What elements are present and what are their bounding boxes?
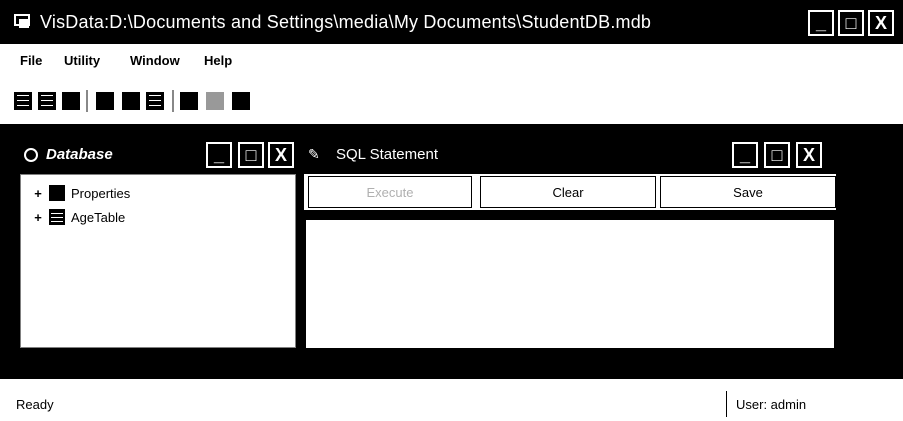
expand-icon[interactable]: + — [33, 186, 43, 201]
database-tree[interactable]: + Properties + AgeTable — [20, 174, 296, 348]
maximize-button[interactable]: □ — [838, 10, 864, 36]
rollback-icon[interactable] — [232, 92, 250, 110]
snapshot-type-icon[interactable] — [62, 92, 80, 110]
sql-close-button[interactable]: X — [796, 142, 822, 168]
toolbar — [0, 78, 903, 124]
sql-minimize-button[interactable]: _ — [732, 142, 758, 168]
database-icon — [24, 148, 38, 162]
properties-icon — [49, 185, 65, 201]
dynaset-type-icon[interactable] — [38, 92, 56, 110]
status-text: Ready — [16, 397, 54, 412]
database-window-title: Database — [46, 146, 113, 163]
sql-statement-window: ✎ SQL Statement _ □ X Execute Clear Save — [300, 140, 840, 350]
sql-window-title: SQL Statement — [336, 146, 438, 163]
sql-window-caption: ✎ SQL Statement _ □ X — [300, 140, 840, 170]
minimize-icon: _ — [739, 144, 750, 165]
sql-button-row: Execute Clear Save — [304, 174, 836, 210]
title-bar: VisData:D:\Documents and Settings\media\… — [0, 0, 903, 44]
menu-bar: File Utility Window Help — [0, 44, 903, 78]
status-bar: Ready User: admin — [0, 376, 903, 421]
status-divider — [726, 391, 727, 417]
table-type-icon[interactable] — [14, 92, 32, 110]
toolbar-separator — [172, 90, 174, 112]
dbgrid-control-icon[interactable] — [122, 92, 140, 110]
toolbar-separator — [86, 90, 88, 112]
minimize-icon: _ — [815, 12, 826, 33]
close-icon: X — [274, 144, 287, 165]
grid-control-icon[interactable] — [146, 92, 164, 110]
app-icon — [14, 14, 30, 28]
expand-icon[interactable]: + — [33, 210, 43, 225]
database-close-button[interactable]: X — [268, 142, 294, 168]
form-control-icon[interactable] — [96, 92, 114, 110]
maximize-icon: □ — [771, 144, 783, 165]
database-minimize-button[interactable]: _ — [206, 142, 232, 168]
menu-help[interactable]: Help — [204, 53, 232, 68]
window-title: VisData:D:\Documents and Settings\media\… — [40, 12, 652, 32]
table-icon — [49, 209, 65, 225]
sql-editor[interactable] — [306, 218, 834, 348]
menu-utility[interactable]: Utility — [64, 53, 100, 68]
close-icon: X — [802, 144, 815, 165]
close-button[interactable]: X — [868, 10, 894, 36]
begin-transaction-icon[interactable] — [180, 92, 198, 110]
minimize-button[interactable]: _ — [808, 10, 834, 36]
tree-item-label: Properties — [71, 185, 131, 201]
database-window: Database _ □ X + Properties + AgeTable — [16, 140, 298, 350]
sql-maximize-button[interactable]: □ — [764, 142, 790, 168]
sql-icon: ✎ — [308, 146, 320, 162]
menu-file[interactable]: File — [20, 53, 42, 68]
tree-item-label: AgeTable — [71, 209, 126, 225]
maximize-icon: □ — [845, 12, 857, 33]
clear-button[interactable]: Clear — [480, 176, 656, 208]
execute-button[interactable]: Execute — [308, 176, 472, 208]
menu-window[interactable]: Window — [130, 53, 180, 68]
status-user: User: admin — [736, 397, 807, 412]
maximize-icon: □ — [245, 144, 257, 165]
tree-item-properties[interactable]: + Properties — [33, 185, 130, 201]
minimize-icon: _ — [213, 144, 224, 165]
save-button[interactable]: Save — [660, 176, 836, 208]
commit-icon[interactable] — [206, 92, 224, 110]
tree-item-agetable[interactable]: + AgeTable — [33, 209, 125, 225]
database-window-caption: Database _ □ X — [16, 140, 298, 170]
database-maximize-button[interactable]: □ — [238, 142, 264, 168]
close-icon: X — [874, 12, 887, 33]
